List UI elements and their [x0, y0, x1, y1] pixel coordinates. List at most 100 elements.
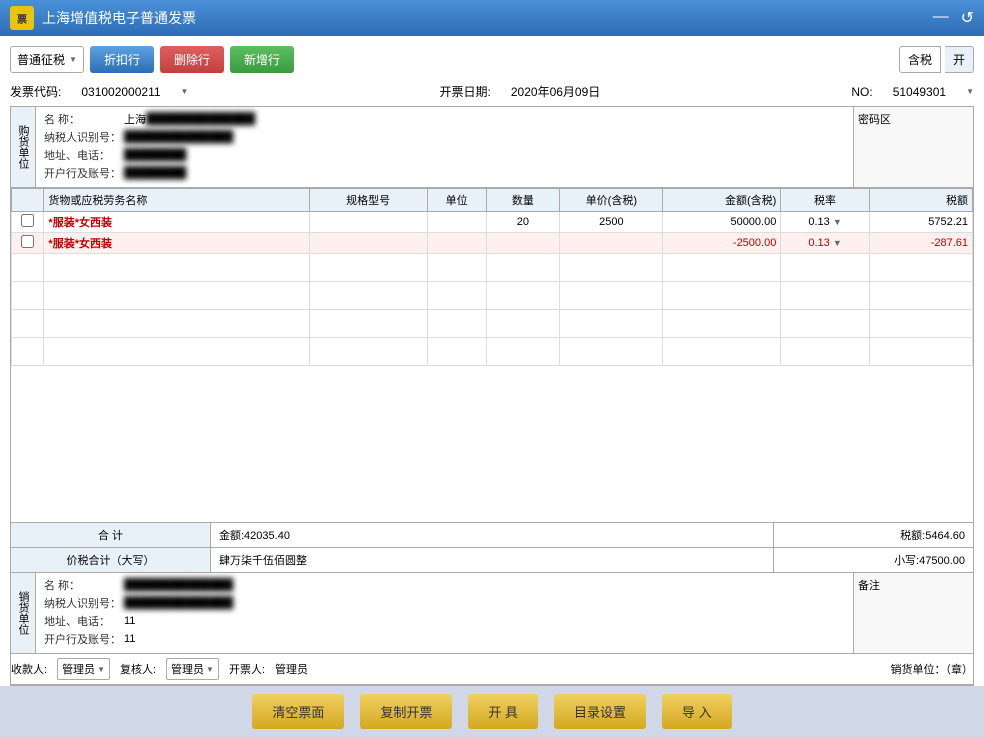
no-dropdown-icon[interactable]: ▼: [966, 87, 974, 96]
reviewer-value: 管理员: [171, 661, 204, 677]
item-amount: 50000.00: [663, 212, 781, 233]
item-price: [560, 233, 663, 254]
item-qty: [486, 233, 560, 254]
seller-taxid-value: ██████████████: [124, 597, 233, 609]
seller-section: 销货单位 名 称： ██████████████ 纳税人识别号： ███████…: [11, 573, 973, 654]
table-header-row: 货物或应税劳务名称 规格型号 单位 数量 单价(含税) 金额(含税) 税率 税额: [12, 189, 973, 212]
code-label: 发票代码:: [10, 83, 61, 100]
table-row[interactable]: *服装*女西装 20 2500 50000.00 0.13 ▼ 5752.21: [12, 212, 973, 233]
buyer-address-value: ████████: [124, 149, 186, 161]
unit-label: 销货单位：（章）: [891, 661, 974, 677]
buyer-section: 购货单位 名 称： 上海 ██████████████ 纳税人识别号： ████…: [11, 107, 973, 188]
invoice-header: 发票代码: 031002000211 ▼ 开票日期: 2020年06月09日 N…: [10, 83, 974, 100]
col-qty: 数量: [486, 189, 560, 212]
action-bar: 清空票面 复制开票 开 具 目录设置 导 入: [0, 686, 984, 737]
reviewer-dropdown-icon: ▼: [206, 665, 214, 674]
item-rate: 0.13 ▼: [781, 233, 869, 254]
total-amount: 金额:42035.40: [211, 523, 773, 547]
issuer-value: 管理员: [275, 661, 308, 677]
col-name: 货物或应税劳务名称: [44, 189, 309, 212]
col-unit: 单位: [427, 189, 486, 212]
delete-row-button[interactable]: 删除行: [160, 46, 224, 73]
item-amount: -2500.00: [663, 233, 781, 254]
buyer-address-label: 地址、电话：: [44, 147, 124, 163]
row-checkbox[interactable]: [21, 235, 34, 248]
discount-row-button[interactable]: 折扣行: [90, 46, 154, 73]
reviewer-label: 复核人:: [120, 661, 156, 677]
col-spec: 规格型号: [309, 189, 427, 212]
row-checkbox[interactable]: [21, 214, 34, 227]
buyer-bank-row: 开户行及账号： ████████: [44, 165, 845, 181]
remark-section: 备注: [853, 573, 973, 653]
buyer-name-row: 名 称： 上海 ██████████████: [44, 111, 845, 127]
window-controls[interactable]: — ↺: [933, 8, 974, 28]
seller-bank-row: 开户行及账号： 11: [44, 631, 845, 647]
buyer-name-blurred: ██████████████: [146, 113, 255, 125]
item-unit: [427, 233, 486, 254]
catalog-button[interactable]: 目录设置: [554, 694, 646, 729]
item-rate: 0.13 ▼: [781, 212, 869, 233]
buyer-taxid-label: 纳税人识别号：: [44, 129, 124, 145]
close-button[interactable]: ↺: [961, 8, 974, 28]
subtotal-label: 价税合计（大写）: [11, 548, 211, 572]
buyer-address-row: 地址、电话： ████████: [44, 147, 845, 163]
seller-name-row: 名 称： ██████████████: [44, 577, 845, 593]
table-row[interactable]: *服装*女西装 -2500.00 0.13 ▼ -287.61: [12, 233, 973, 254]
secret-section: 密码区: [853, 107, 973, 187]
seller-name-value: ██████████████: [124, 579, 233, 591]
col-price: 单价(含税): [560, 189, 663, 212]
buyer-taxid-row: 纳税人识别号： ██████████████: [44, 129, 845, 145]
seller-address-label: 地址、电话：: [44, 613, 124, 629]
title-bar: 票 上海增值税电子普通发票 — ↺: [0, 0, 984, 36]
toolbar: 普通征税 ▼ 折扣行 删除行 新增行 含税 开: [10, 46, 974, 73]
seller-bank-label: 开户行及账号：: [44, 631, 124, 647]
tax-value[interactable]: 开: [945, 46, 974, 73]
item-tax: 5752.21: [869, 212, 972, 233]
item-name: *服装*女西装: [44, 212, 309, 233]
code-value: 031002000211: [81, 85, 160, 99]
col-amount: 金额(含税): [663, 189, 781, 212]
bottom-bar: 收款人: 管理员 ▼ 复核人: 管理员 ▼ 开票人: 管理员 销货单位：（章）: [11, 654, 973, 685]
no-value: 51049301: [893, 85, 946, 99]
seller-taxid-label: 纳税人识别号：: [44, 595, 124, 611]
total-row: 合 计 金额:42035.40 税额:5464.60: [11, 523, 973, 548]
col-checkbox: [12, 189, 44, 212]
clear-button[interactable]: 清空票面: [252, 694, 344, 729]
buyer-bank-value: ████████: [124, 167, 186, 179]
item-tax: -287.61: [869, 233, 972, 254]
payee-dropdown-icon: ▼: [97, 665, 105, 674]
buyer-section-label: 购货单位: [11, 107, 36, 187]
table-row-empty-3: [12, 310, 973, 338]
col-rate: 税率: [781, 189, 869, 212]
date-value: 2020年06月09日: [511, 83, 600, 100]
tax-type-select[interactable]: 普通征税 ▼: [10, 46, 84, 73]
no-label: NO:: [851, 85, 872, 99]
seller-taxid-row: 纳税人识别号： ██████████████: [44, 595, 845, 611]
add-row-button[interactable]: 新增行: [230, 46, 294, 73]
payee-select[interactable]: 管理员 ▼: [57, 658, 110, 680]
reviewer-select[interactable]: 管理员 ▼: [166, 658, 219, 680]
item-unit: [427, 212, 486, 233]
issue-button[interactable]: 开 具: [468, 694, 538, 729]
seller-address-row: 地址、电话： 11: [44, 613, 845, 629]
total-tax: 税额:5464.60: [773, 523, 973, 547]
code-dropdown-icon[interactable]: ▼: [181, 87, 189, 96]
chevron-down-icon: ▼: [69, 55, 77, 64]
payee-value: 管理员: [62, 661, 95, 677]
copy-button[interactable]: 复制开票: [360, 694, 452, 729]
import-button[interactable]: 导 入: [662, 694, 732, 729]
subtotal-row: 价税合计（大写） 肆万柒千伍佰圆整 小写:47500.00: [11, 548, 973, 573]
item-spec: [309, 233, 427, 254]
seller-name-label: 名 称：: [44, 577, 124, 593]
remark-label: 备注: [858, 580, 880, 592]
table-row-empty: [12, 254, 973, 282]
tax-toggle-group: 含税 开: [899, 46, 974, 73]
date-label: 开票日期:: [440, 83, 491, 100]
buyer-name-label: 名 称：: [44, 111, 124, 127]
seller-section-label: 销货单位: [11, 573, 36, 653]
payee-label: 收款人:: [11, 661, 47, 677]
minimize-button[interactable]: —: [933, 8, 949, 28]
item-spec: [309, 212, 427, 233]
buyer-name-value: 上海: [124, 111, 146, 127]
tax-label: 含税: [899, 46, 941, 73]
